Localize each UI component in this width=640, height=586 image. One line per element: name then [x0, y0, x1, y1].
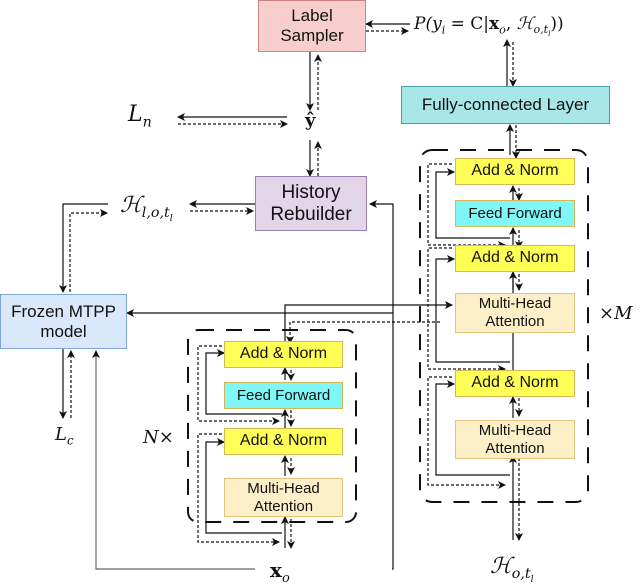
history-hlot-label: ℋl,o,tl	[120, 193, 173, 225]
decoder-feed-forward: Feed Forward	[455, 200, 575, 227]
frozen-mtpp-label: Frozen MTPP model	[11, 301, 116, 341]
arrow-hot-to-history	[369, 200, 394, 570]
n-times-label: N×	[143, 427, 174, 448]
encoder-add-norm-top: Add & Norm	[224, 341, 343, 368]
decoder-add-norm-1-label: Add & Norm	[471, 162, 559, 180]
ln-loss-label: Ln	[128, 102, 152, 131]
output-probability-label: P(yi = C|xo, ℋo,tl))	[414, 14, 564, 39]
encoder-add-norm-bottom: Add & Norm	[224, 428, 343, 455]
decoder-add-norm-2-label: Add & Norm	[471, 249, 559, 267]
hot-input-label: ℋo,tl	[490, 554, 534, 586]
fully-connected-label: Fully-connected Layer	[421, 95, 590, 115]
history-rebuilder-box: History Rebuilder	[255, 176, 367, 231]
decoder-multi-head-attention-1: Multi-Head Attention	[455, 293, 575, 333]
decoder-add-norm-3: Add & Norm	[455, 370, 575, 397]
decoder-multi-head-1-label: Multi-Head Attention	[478, 295, 552, 330]
decoder-add-norm-2: Add & Norm	[455, 245, 575, 272]
history-rebuilder-label: History Rebuilder	[270, 181, 352, 225]
encoder-add-norm-bottom-label: Add & Norm	[239, 432, 328, 450]
label-sampler-label: Label Sampler	[280, 6, 344, 45]
encoder-add-norm-top-label: Add & Norm	[239, 345, 328, 363]
arrow-frozen-to-hlot	[69, 209, 108, 292]
encoder-feed-forward-label: Feed Forward	[236, 386, 331, 404]
y-hat-label: ŷ	[305, 110, 316, 131]
encoder-multi-head-attention: Multi-Head Attention	[224, 478, 343, 517]
lc-loss-label: Lc	[55, 424, 74, 448]
decoder-add-norm-1: Add & Norm	[455, 158, 575, 185]
times-m-label: ×M	[599, 303, 633, 324]
label-sampler-box: Label Sampler	[258, 0, 366, 52]
fully-connected-box: Fully-connected Layer	[401, 86, 610, 124]
arrow-hlot-to-frozen	[59, 203, 108, 293]
decoder-multi-head-2-label: Multi-Head Attention	[478, 421, 552, 457]
encoder-multi-head-label: Multi-Head Attention	[247, 479, 320, 515]
encoder-feed-forward: Feed Forward	[224, 382, 343, 409]
decoder-multi-head-attention-2: Multi-Head Attention	[455, 420, 575, 459]
decoder-feed-forward-label: Feed Forward	[468, 204, 562, 222]
decoder-add-norm-3-label: Add & Norm	[471, 374, 559, 392]
xo-input-label: xo	[270, 558, 290, 586]
arrow-decoder-to-encoder	[286, 321, 440, 344]
arrow-encoder-to-decoder-mha	[284, 301, 453, 343]
frozen-mtpp-box: Frozen MTPP model	[0, 294, 127, 349]
